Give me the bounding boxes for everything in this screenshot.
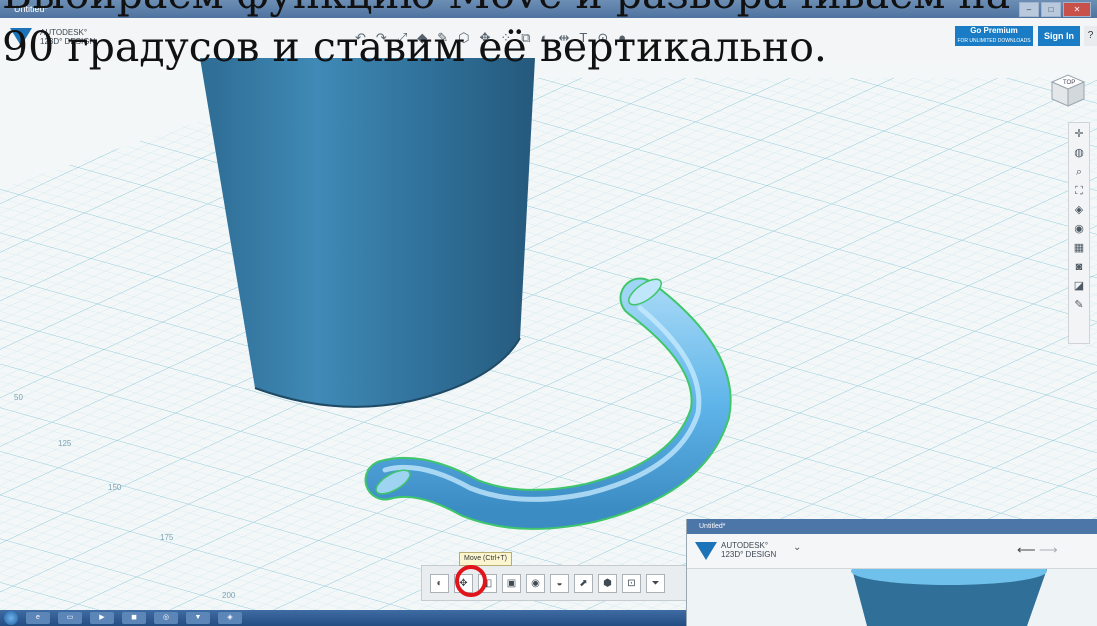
camera-icon[interactable]: ◙ <box>1076 260 1083 275</box>
shell-icon[interactable]: ◒ <box>550 573 569 593</box>
video-caption: Выбираем функцию Move и разворачиваем на… <box>0 0 1097 70</box>
visibility-icon[interactable]: ◉ <box>1074 222 1084 237</box>
pan-icon[interactable]: ✛ <box>1074 127 1083 142</box>
inset-brand-line1: AUTODESK° <box>721 541 769 550</box>
inset-window: Untitled* AUTODESK° 123D° DESIGN ⌄ ⟵ ⟶ <box>686 519 1097 626</box>
grid-label: 175 <box>160 533 174 542</box>
media-icon[interactable]: ▶ <box>90 612 114 624</box>
grid-label: 125 <box>58 439 72 448</box>
inset-title: Untitled* <box>687 519 1097 534</box>
highlight-ring <box>455 565 487 597</box>
align-icon[interactable]: ▣ <box>502 573 521 593</box>
tooltip: Move (Ctrl+T) <box>459 552 512 566</box>
grid-label: 150 <box>108 483 122 492</box>
inset-brand-line2: 123D° DESIGN <box>721 550 777 559</box>
inset-viewport <box>687 557 1097 626</box>
start-button-icon[interactable] <box>4 611 18 625</box>
fit-icon[interactable]: ⛶ <box>1075 184 1083 199</box>
orbit-icon[interactable]: ◍ <box>1074 146 1084 161</box>
browser-icon[interactable]: e <box>26 612 50 624</box>
shaded-view-icon[interactable]: ◈ <box>1075 203 1083 218</box>
os-taskbar: e ▭ ▶ ◼ ◎ ▼ ◈ <box>0 610 690 626</box>
zoom-icon[interactable]: ⌕ <box>1076 165 1082 180</box>
chrome-icon[interactable]: ◎ <box>154 612 178 624</box>
cylinder-object[interactable] <box>200 58 535 408</box>
inset-chevron-down-icon: ⌄ <box>793 542 802 553</box>
app-icon[interactable]: ◼ <box>122 612 146 624</box>
export-icon[interactable]: ⬈ <box>574 573 593 593</box>
grid-label: 200 <box>222 591 236 600</box>
tweak-icon[interactable]: ◐ <box>430 573 449 593</box>
snap-view-icon[interactable]: ⊡ <box>622 573 641 593</box>
navigation-bar: ✛ ◍ ⌕ ⛶ ◈ ◉ ▦ ◙ ◪ ✎ <box>1068 122 1090 344</box>
settings-view-icon[interactable]: ✎ <box>1074 298 1083 313</box>
caption-line1: Выбираем функцию Move и разворачиваем на <box>2 0 1010 17</box>
inset-logo-icon <box>695 542 717 560</box>
view-cube[interactable]: TOP <box>1046 72 1090 108</box>
filter-icon[interactable]: ⏷ <box>646 573 665 593</box>
design-app-icon[interactable]: ▼ <box>186 612 210 624</box>
inset-undo-icon: ⟵ <box>1017 542 1036 557</box>
solid-icon[interactable]: ⬢ <box>598 573 617 593</box>
other-app-icon[interactable]: ◈ <box>218 612 242 624</box>
inset-brand: AUTODESK° 123D° DESIGN <box>721 541 776 559</box>
viewcube-label: TOP <box>1063 80 1075 86</box>
grid-label: 50 <box>14 393 23 402</box>
explorer-icon[interactable]: ▭ <box>58 612 82 624</box>
inset-redo-icon: ⟶ <box>1039 542 1058 557</box>
caption-line2: 90 градусов и ставим её вертикально. <box>2 23 827 71</box>
material-view-icon[interactable]: ◪ <box>1074 279 1084 294</box>
hide-icon[interactable]: ◉ <box>526 573 545 593</box>
inset-header: AUTODESK° 123D° DESIGN ⌄ ⟵ ⟶ <box>687 534 1097 569</box>
grid-toggle-icon[interactable]: ▦ <box>1074 241 1084 256</box>
